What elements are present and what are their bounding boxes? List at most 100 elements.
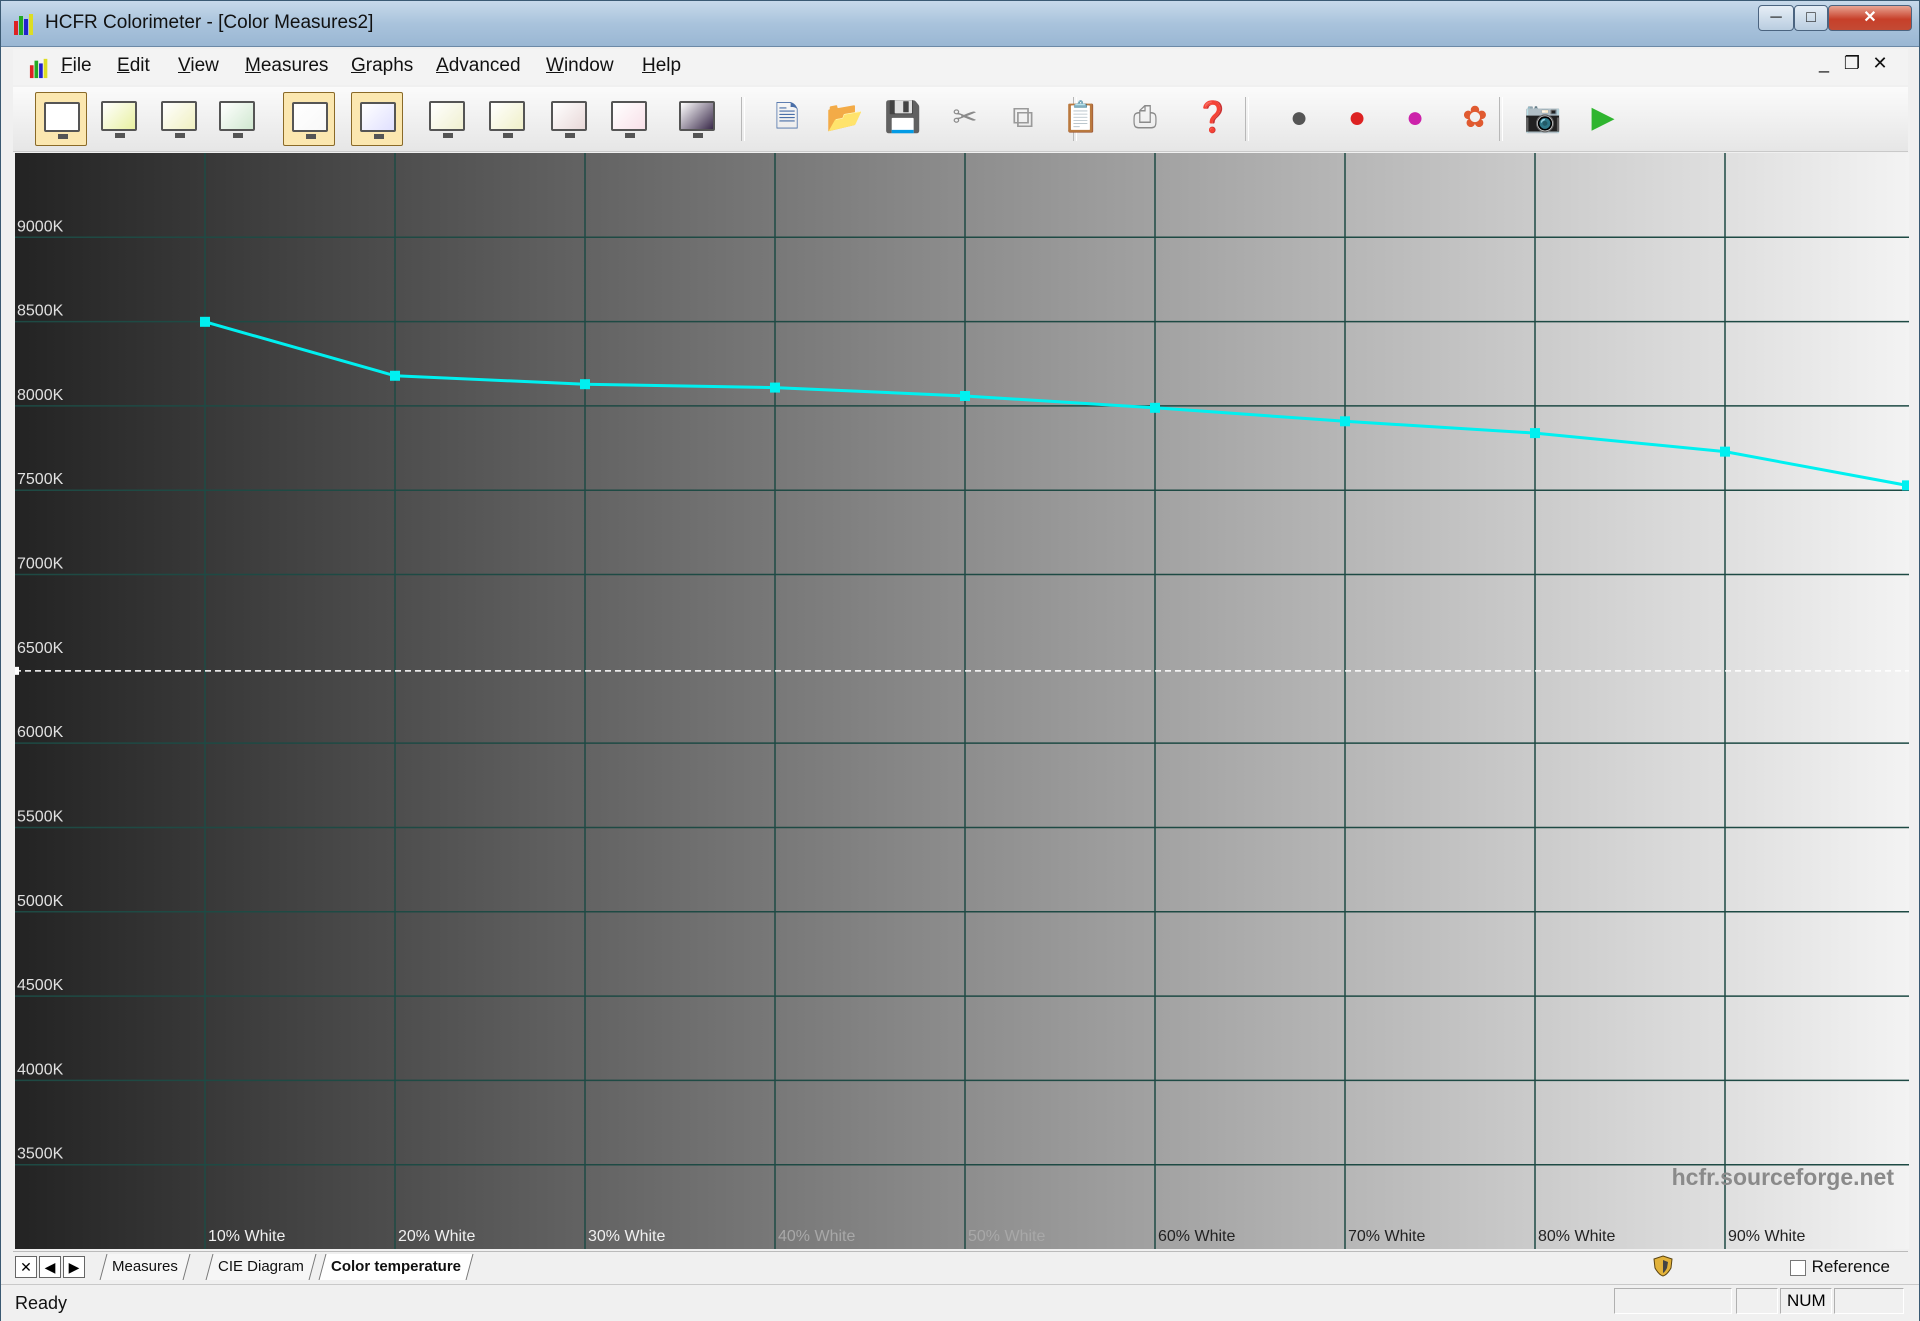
data-point — [390, 370, 400, 381]
watermark: hcfr.sourceforge.net — [1672, 1164, 1895, 1190]
open-folder-icon[interactable]: 📂 — [823, 95, 867, 141]
x-category-label: 50% White — [968, 1228, 1045, 1245]
tab-next-button[interactable]: ▶ — [63, 1256, 85, 1278]
color-temperature-chart: 3500K 4000K 4500K 5000K 5500K 6000K 6500K 7000K… — [15, 153, 1909, 1249]
toolbar-button-monitor-near-black[interactable] — [543, 92, 595, 146]
monitor-saturation-icon — [429, 101, 465, 138]
play-icon[interactable]: ▶ — [1581, 95, 1625, 141]
menu-measures[interactable]: Measures — [245, 55, 328, 77]
app-window: HCFR Colorimeter - [Color Measures2] ─ □… — [0, 0, 1920, 1321]
menu-bar: File Edit View Measures Graphs Advanced … — [13, 49, 1908, 85]
monitor-color-temp-icon — [292, 102, 328, 139]
tab-color-temperature[interactable]: Color temperature — [318, 1254, 474, 1280]
data-point — [770, 382, 780, 393]
menu-view[interactable]: View — [178, 55, 219, 77]
chart-svg: 3500K 4000K 4500K 5000K 5500K 6000K 6500K 7000K… — [15, 153, 1909, 1249]
status-text: Ready — [15, 1293, 68, 1313]
menu-graphs[interactable]: Graphs — [351, 55, 413, 77]
close-icon: ✕ — [1863, 9, 1877, 26]
secondary-colors-icon[interactable]: ● — [1393, 95, 1437, 141]
y-tick-label: 9000K — [17, 218, 64, 235]
data-point — [1530, 428, 1540, 439]
primary-colors-icon[interactable]: ● — [1335, 95, 1379, 141]
x-category-label: 80% White — [1538, 1228, 1615, 1245]
new-document-icon[interactable]: 🗎 — [765, 95, 809, 141]
help-icon[interactable]: ❓ — [1191, 95, 1235, 141]
y-tick-label: 7500K — [17, 471, 64, 488]
monitor-measures-icon — [44, 102, 80, 139]
app-logo-icon — [14, 14, 33, 35]
toolbar-button-monitor-dark[interactable] — [671, 92, 723, 146]
gray-measure-icon[interactable]: ● — [1277, 95, 1321, 141]
status-num: NUM — [1780, 1288, 1832, 1314]
mdi-minimize-button[interactable]: _ — [1810, 53, 1838, 74]
tab-close-button[interactable]: ✕ — [15, 1256, 37, 1278]
toolbar-button-monitor-luminance[interactable] — [153, 92, 205, 146]
minimize-icon: ─ — [1770, 9, 1782, 26]
data-point — [580, 379, 590, 390]
tab-bar: ✕ ◀ ▶ Measures CIE Diagram Color tempera… — [13, 1251, 1908, 1284]
mdi-controls: _ ❐ ✕ — [1810, 53, 1894, 74]
menu-window[interactable]: Window — [546, 55, 614, 77]
arrow-left-icon: ◀ — [44, 1259, 56, 1275]
minimize-button[interactable]: ─ — [1758, 5, 1794, 31]
maximize-icon: □ — [1806, 9, 1816, 26]
x-category-label: 30% White — [588, 1228, 665, 1245]
tab-cie-diagram[interactable]: CIE Diagram — [205, 1254, 317, 1280]
tab-prev-button[interactable]: ◀ — [39, 1256, 61, 1278]
toolbar-button-monitor-gamma[interactable] — [93, 92, 145, 146]
close-icon: ✕ — [20, 1259, 32, 1275]
print-icon[interactable]: ⎙ — [1123, 95, 1167, 141]
toolbar: 🗎 📂 💾 ✂ ⧉ 📋 ⎙ ❓ ● ● ● ✿ 📷 ▶ — [13, 87, 1908, 152]
status-bar: Ready NUM — [1, 1284, 1919, 1321]
menu-help[interactable]: Help — [642, 55, 681, 77]
reference-checkbox-box[interactable] — [1789, 1259, 1806, 1276]
toolbar-separator — [741, 97, 745, 141]
copy-icon[interactable]: ⧉ — [1001, 95, 1045, 141]
tab-measures[interactable]: Measures — [99, 1254, 191, 1280]
toolbar-button-monitor-saturation-shift[interactable] — [481, 92, 533, 146]
save-disk-icon[interactable]: 💾 — [881, 95, 925, 141]
data-point — [200, 316, 210, 327]
data-point — [1720, 446, 1730, 457]
data-point — [1340, 416, 1350, 427]
all-colors-icon[interactable]: ✿ — [1453, 95, 1497, 141]
reference-checkbox[interactable]: Reference — [1789, 1257, 1890, 1277]
y-tick-label: 5000K — [17, 893, 64, 910]
toolbar-button-monitor-rgb-levels[interactable] — [211, 92, 263, 146]
toolbar-button-monitor-measures[interactable] — [35, 92, 87, 146]
toolbar-button-monitor-near-white[interactable] — [603, 92, 655, 146]
mdi-restore-button[interactable]: ❐ — [1838, 53, 1866, 74]
menu-advanced[interactable]: Advanced — [436, 55, 521, 77]
y-tick-label: 8000K — [17, 387, 64, 404]
y-tick-label: 8500K — [17, 303, 64, 320]
x-category-label: 60% White — [1158, 1228, 1235, 1245]
reference-line-marker — [15, 666, 19, 675]
arrow-right-icon: ▶ — [68, 1259, 80, 1275]
toolbar-separator — [1499, 97, 1503, 141]
toolbar-button-monitor-color-temp[interactable] — [283, 92, 335, 146]
y-tick-label: 7000K — [17, 556, 64, 573]
y-tick-label: 5500K — [17, 808, 64, 825]
x-category-label: 90% White — [1728, 1228, 1805, 1245]
reference-label: Reference — [1811, 1257, 1890, 1276]
monitor-saturation-shift-icon — [489, 101, 525, 138]
cut-icon[interactable]: ✂ — [943, 95, 987, 141]
close-button[interactable]: ✕ — [1828, 5, 1912, 31]
toolbar-button-monitor-saturation[interactable] — [421, 92, 473, 146]
menu-file[interactable]: File — [61, 55, 92, 77]
monitor-near-black-icon — [551, 101, 587, 138]
camera-icon[interactable]: 📷 — [1521, 95, 1565, 141]
data-point — [1902, 480, 1909, 491]
y-tick-label: 6500K — [17, 640, 64, 657]
toolbar-button-monitor-cie[interactable] — [351, 92, 403, 146]
x-category-label: 40% White — [778, 1228, 855, 1245]
x-category-label: 10% White — [208, 1228, 285, 1245]
maximize-button[interactable]: □ — [1794, 5, 1828, 31]
title-bar[interactable]: HCFR Colorimeter - [Color Measures2] ─ □… — [1, 1, 1919, 47]
status-pane-2 — [1736, 1288, 1778, 1314]
menu-edit[interactable]: Edit — [117, 55, 150, 77]
mdi-close-button[interactable]: ✕ — [1866, 53, 1894, 74]
monitor-rgb-levels-icon — [219, 101, 255, 138]
paste-icon[interactable]: 📋 — [1059, 95, 1103, 141]
